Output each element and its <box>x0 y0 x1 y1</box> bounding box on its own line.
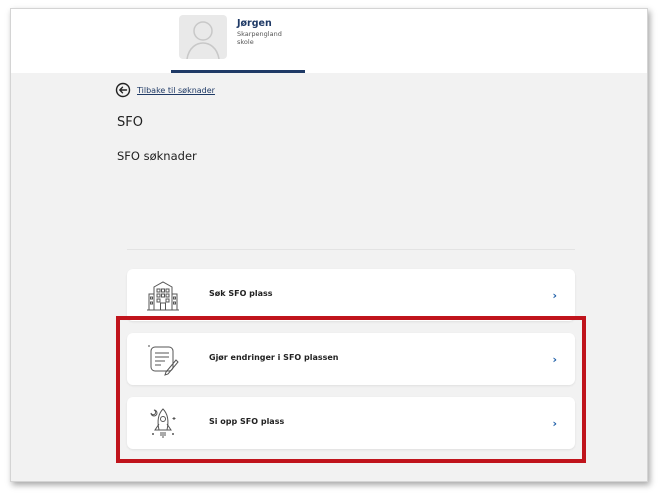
user-name: Jørgen <box>237 18 272 29</box>
option-apply-sfo[interactable]: Søk SFO plass › <box>127 269 575 321</box>
page-subtitle: SFO søknader <box>117 149 197 163</box>
school-name-line2: skole <box>237 38 254 46</box>
school-building-icon <box>147 281 179 311</box>
option-label: Søk SFO plass <box>209 289 273 298</box>
user-silhouette-icon <box>186 21 220 59</box>
back-link-label: Tilbake til søknader <box>137 85 215 95</box>
profile-tab[interactable]: Jørgen Skarpengland skole <box>171 9 305 73</box>
page-title: SFO <box>117 115 143 130</box>
header: Jørgen Skarpengland skole <box>11 9 647 73</box>
highlight-annotation <box>116 316 586 463</box>
avatar <box>179 15 227 59</box>
school-name-line1: Skarpengland <box>237 30 282 38</box>
back-arrow-icon <box>115 82 131 98</box>
chevron-right-icon: › <box>552 289 557 302</box>
back-link[interactable]: Tilbake til søknader <box>115 81 215 99</box>
app-window: Jørgen Skarpengland skole Tilbake til sø… <box>10 8 648 482</box>
section-divider <box>127 249 575 250</box>
main-content: Tilbake til søknader SFO SFO søknader Sø… <box>11 73 647 481</box>
